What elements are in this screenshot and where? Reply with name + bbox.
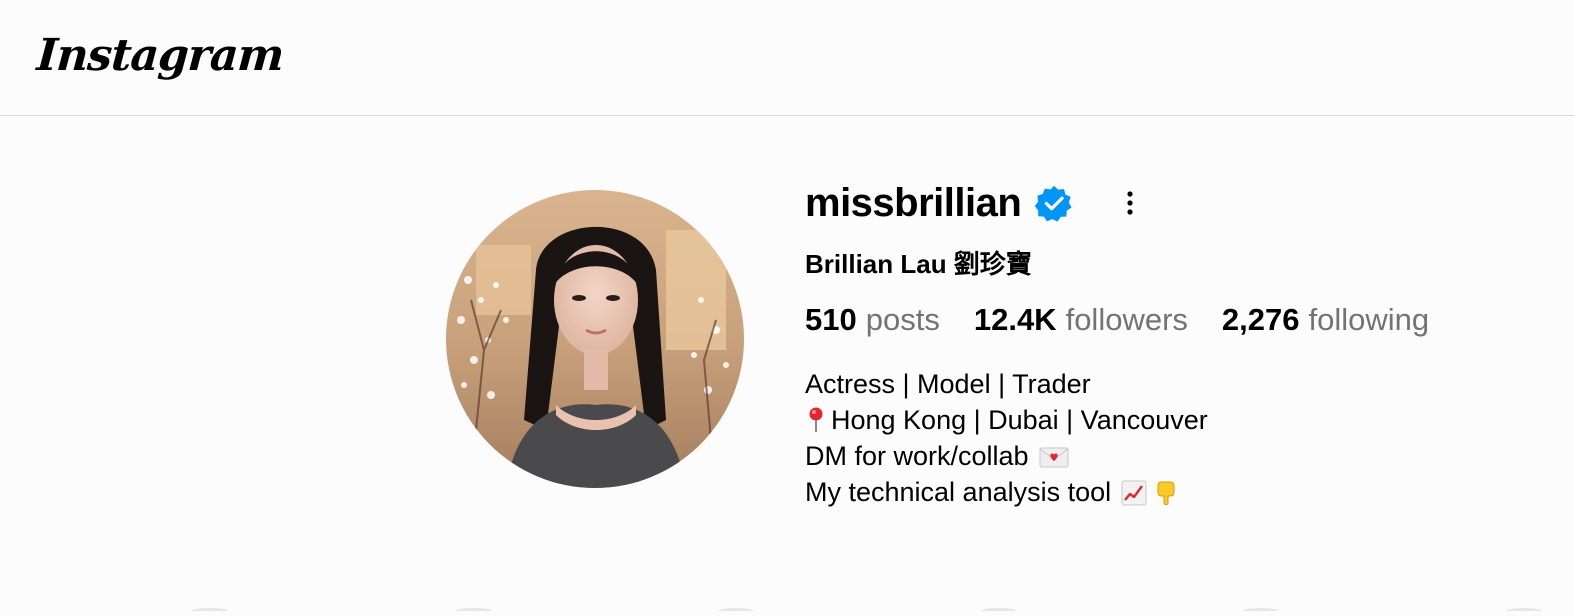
highlights-row-edge bbox=[0, 598, 1574, 614]
posts-count[interactable]: 510 posts bbox=[805, 302, 940, 338]
round-pushpin-icon bbox=[805, 406, 827, 434]
following-count-label: following bbox=[1308, 302, 1430, 337]
following-count-value: 2,276 bbox=[1221, 302, 1300, 337]
posts-count-label: posts bbox=[865, 302, 940, 337]
following-count[interactable]: 2,276 following bbox=[1222, 302, 1429, 338]
followers-count[interactable]: 12.4K followers bbox=[974, 302, 1188, 338]
profile-stats: 510 posts 12.4K followers 2,276 following bbox=[805, 302, 1463, 338]
bio-line: Hong Kong | Dubai | Vancouver bbox=[805, 402, 1208, 438]
more-options-icon bbox=[1127, 191, 1133, 215]
verified-badge-icon bbox=[1035, 184, 1073, 222]
followers-count-label: followers bbox=[1065, 302, 1188, 337]
profile-username: missbrillian bbox=[805, 180, 1022, 225]
top-navigation-bar: Instagram bbox=[0, 0, 1574, 116]
backhand-index-pointing-down-icon bbox=[1153, 479, 1179, 505]
bio-line-3: DM for work/collab bbox=[805, 441, 1029, 471]
profile-full-name: Brillian Lau 劉珍寶 bbox=[805, 249, 1032, 279]
profile-bio: Actress | Model | Trader Hong Kong | Dub… bbox=[805, 366, 1208, 510]
followers-count-value: 12.4K bbox=[973, 302, 1057, 337]
bio-line: Actress | Model | Trader bbox=[805, 366, 1208, 402]
avatar-image bbox=[446, 190, 744, 488]
username-row: missbrillian bbox=[805, 178, 1145, 228]
instagram-logo[interactable]: Instagram bbox=[35, 30, 285, 81]
bio-line-4: My technical analysis tool bbox=[805, 477, 1112, 507]
love-letter-icon bbox=[1039, 443, 1069, 469]
more-options-button[interactable] bbox=[1115, 183, 1145, 223]
chart-increasing-icon bbox=[1121, 479, 1147, 506]
bio-line-1: Actress | Model | Trader bbox=[805, 369, 1091, 399]
bio-line: DM for work/collab bbox=[805, 438, 1208, 474]
posts-count-value: 510 bbox=[805, 302, 857, 337]
bio-line: My technical analysis tool bbox=[805, 474, 1208, 510]
bio-line-2: Hong Kong | Dubai | Vancouver bbox=[831, 405, 1208, 435]
profile-avatar[interactable] bbox=[446, 190, 744, 488]
